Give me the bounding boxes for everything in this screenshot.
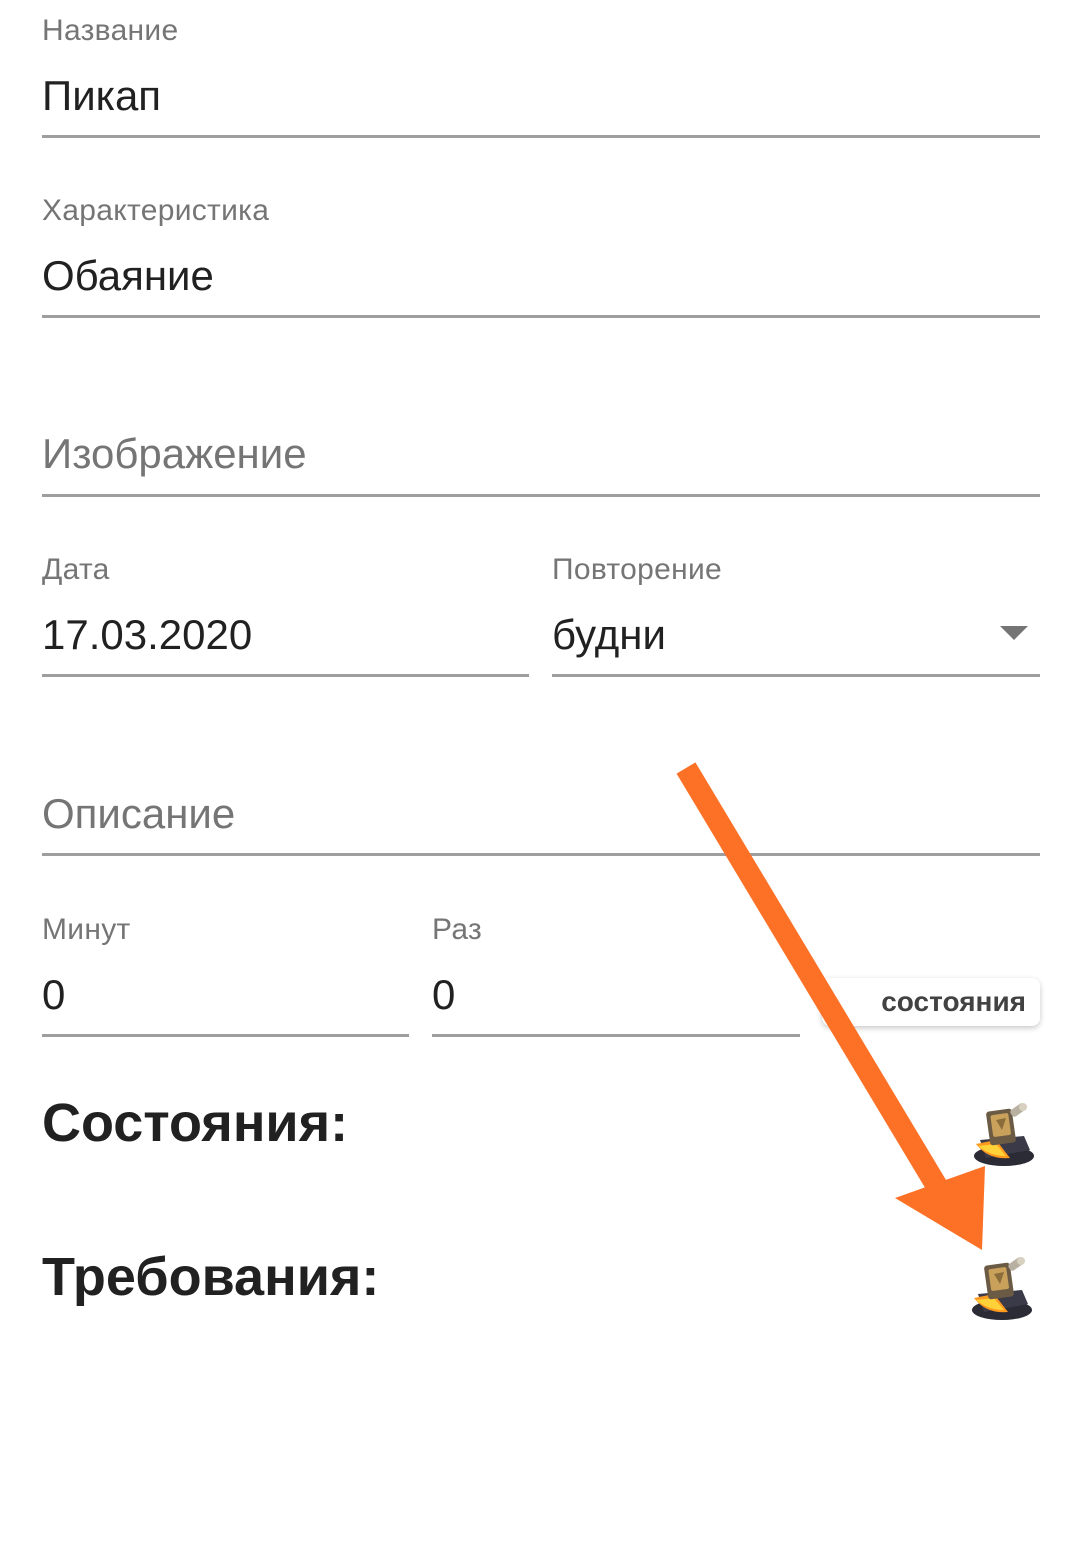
name-value[interactable]: Пикап xyxy=(42,72,161,120)
description-placeholder: Описание xyxy=(42,790,236,837)
minutes-label: Минут xyxy=(42,913,131,946)
times-underline xyxy=(432,1034,800,1037)
characteristic-field[interactable]: Характеристика Обаяние xyxy=(42,194,1040,320)
name-field[interactable]: Название Пикап xyxy=(42,14,1040,140)
image-underline xyxy=(42,494,1040,497)
minutes-value[interactable]: 0 xyxy=(42,971,65,1019)
repeat-value[interactable]: будни xyxy=(552,611,666,659)
date-label: Дата xyxy=(42,553,110,586)
minutes-underline xyxy=(42,1034,409,1037)
times-field[interactable]: Раз 0 xyxy=(432,913,800,1039)
add-states-tooltip: состояния xyxy=(822,978,1040,1026)
anvil-icon[interactable] xyxy=(964,1254,1036,1324)
tooltip-text: состояния xyxy=(881,986,1026,1017)
times-label: Раз xyxy=(432,913,483,946)
date-field[interactable]: Дата 17.03.2020 xyxy=(42,553,529,679)
characteristic-label: Характеристика xyxy=(42,194,270,227)
characteristic-underline xyxy=(42,315,1040,318)
date-value[interactable]: 17.03.2020 xyxy=(42,611,252,659)
repeat-label: Повторение xyxy=(552,553,722,586)
anvil-icon[interactable] xyxy=(966,1100,1038,1170)
times-value[interactable]: 0 xyxy=(432,971,455,1019)
anvil-icon-graphic xyxy=(974,1103,1034,1166)
minutes-field[interactable]: Минут 0 xyxy=(42,913,409,1039)
name-underline xyxy=(42,135,1040,138)
description-underline xyxy=(42,853,1040,856)
states-title: Состояния: xyxy=(42,1093,349,1153)
date-underline xyxy=(42,674,529,677)
anvil-icon-graphic xyxy=(972,1257,1032,1320)
repeat-select[interactable]: Повторение будни xyxy=(552,553,1040,679)
image-placeholder: Изображение xyxy=(42,430,307,477)
requirements-title: Требования: xyxy=(42,1247,380,1307)
repeat-underline xyxy=(552,674,1040,677)
chevron-down-icon[interactable] xyxy=(1000,626,1028,640)
image-field[interactable]: Изображение xyxy=(42,420,1040,500)
name-label: Название xyxy=(42,14,179,47)
description-field[interactable]: Описание xyxy=(42,780,1040,860)
characteristic-value[interactable]: Обаяние xyxy=(42,252,214,300)
